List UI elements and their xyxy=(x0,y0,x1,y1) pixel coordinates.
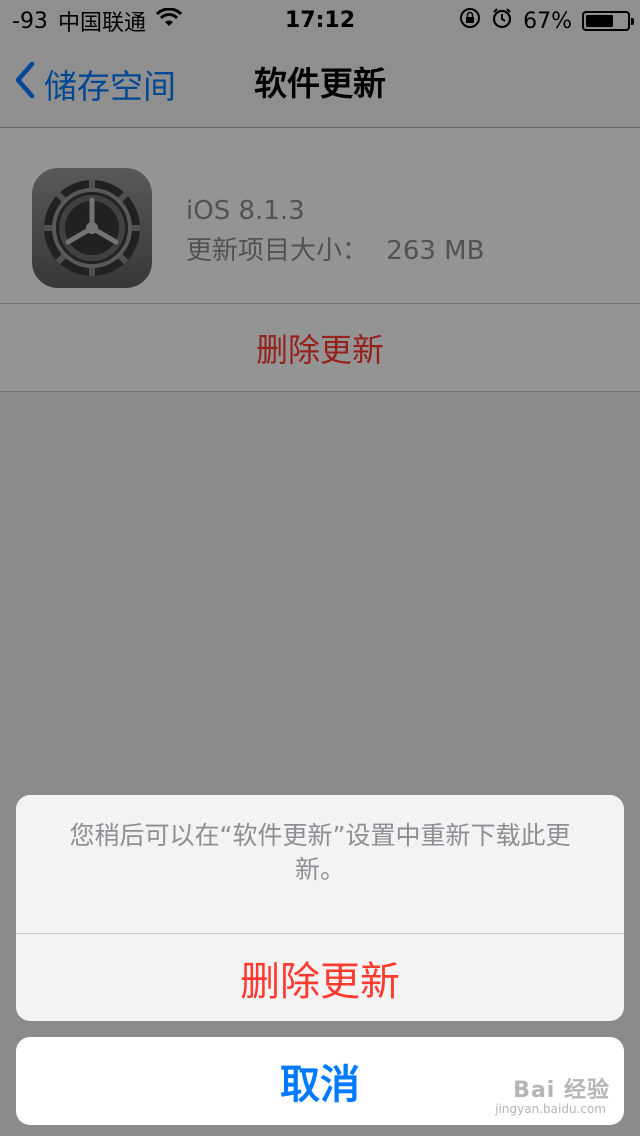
confirm-delete-button[interactable]: 删除更新 xyxy=(16,934,624,1021)
watermark-brand: Bai 经验 xyxy=(513,1078,610,1103)
action-sheet: 您稍后可以在“软件更新”设置中重新下载此更新。 删除更新 xyxy=(16,795,624,1021)
action-sheet-message: 您稍后可以在“软件更新”设置中重新下载此更新。 xyxy=(69,821,571,884)
watermark: Bai 经验 jingyan.baidu.com xyxy=(495,1064,610,1124)
watermark-url: jingyan.baidu.com xyxy=(495,1102,606,1116)
